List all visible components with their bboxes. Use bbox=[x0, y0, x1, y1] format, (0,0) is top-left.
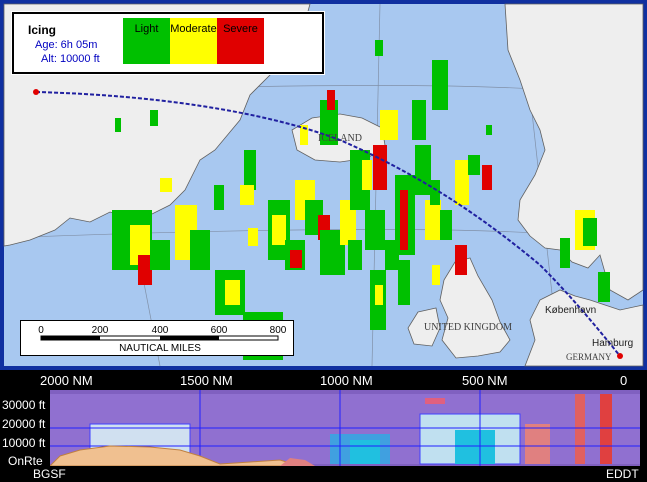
distance-0: 0 bbox=[620, 373, 628, 388]
legend-severe-swatch: Severe bbox=[217, 18, 264, 64]
alt-on-route: OnRte bbox=[8, 454, 43, 468]
legend-moderate-label: Moderate bbox=[170, 23, 217, 35]
icing-legend: Icing Age: 6h 05m Alt: 10000 ft Light Mo… bbox=[12, 12, 324, 74]
vertical-profile[interactable]: 2000 NM 1500 NM 1000 NM 500 NM 0 30000 f… bbox=[0, 370, 647, 482]
legend-light-swatch: Light bbox=[123, 18, 170, 64]
alt-10000: 10000 ft bbox=[2, 436, 46, 450]
scale-bar: 0 200 400 600 800 NAUTICAL MILES bbox=[20, 320, 294, 356]
scale-tick-0: 0 bbox=[38, 325, 44, 336]
scale-tick-600: 600 bbox=[211, 325, 228, 336]
legend-age: Age: 6h 05m bbox=[35, 39, 98, 51]
distance-1000: 1000 NM bbox=[320, 373, 373, 388]
legend-light-label: Light bbox=[134, 23, 159, 35]
label-hamburg: Hamburg bbox=[592, 338, 633, 349]
scale-tick-400: 400 bbox=[152, 325, 169, 336]
profile-plot bbox=[50, 390, 640, 466]
scale-tick-800: 800 bbox=[270, 325, 287, 336]
label-uk: UNITED KINGDOM bbox=[424, 322, 512, 333]
origin-airport: BGSF bbox=[33, 467, 66, 481]
scale-unit: NAUTICAL MILES bbox=[119, 343, 201, 354]
scale-tick-200: 200 bbox=[92, 325, 109, 336]
alt-20000: 20000 ft bbox=[2, 417, 46, 431]
distance-500: 500 NM bbox=[462, 373, 508, 388]
label-copenhagen: København bbox=[545, 305, 596, 316]
legend-title: Icing bbox=[28, 23, 57, 37]
legend-altitude: Alt: 10000 ft bbox=[41, 53, 100, 65]
legend-moderate-swatch: Moderate bbox=[170, 18, 217, 64]
legend-severe-label: Severe bbox=[223, 23, 258, 35]
destination-airport: EDDT bbox=[606, 467, 639, 481]
alt-30000: 30000 ft bbox=[2, 398, 46, 412]
label-iceland: ICELAND bbox=[318, 133, 362, 144]
distance-2000: 2000 NM bbox=[40, 373, 93, 388]
distance-1500: 1500 NM bbox=[180, 373, 233, 388]
label-germany: GERMANY bbox=[566, 352, 612, 362]
